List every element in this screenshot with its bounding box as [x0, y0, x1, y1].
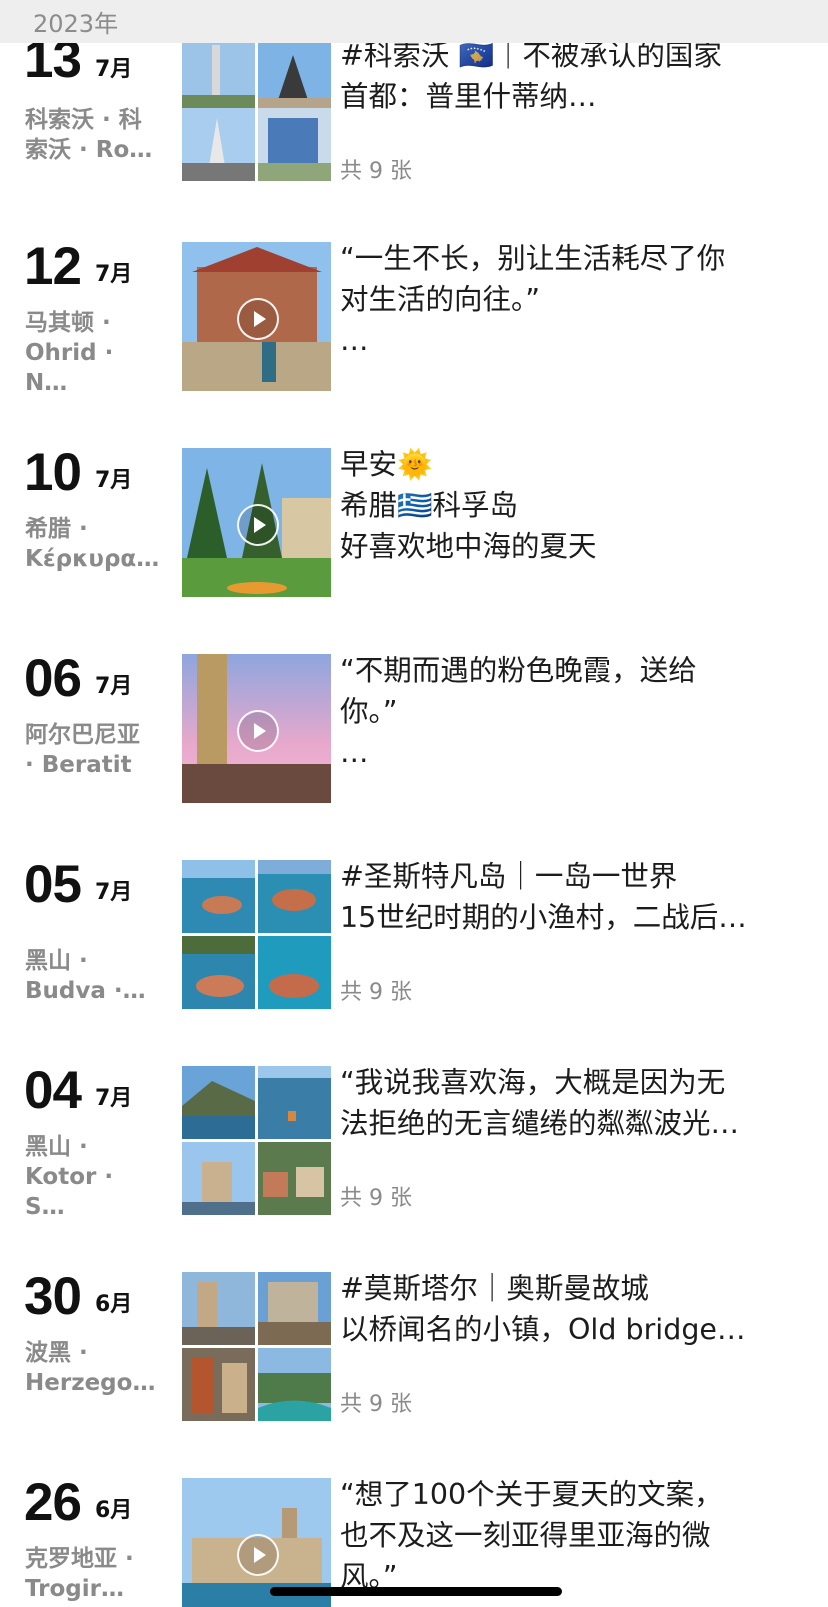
moment-entry[interactable]: 05 7月 黑山 · Budva ·… #圣斯特凡岛｜一岛一世界 15世纪时期的…	[0, 855, 828, 1030]
photo-thumb[interactable]	[258, 108, 331, 181]
photo-thumb[interactable]	[258, 1348, 331, 1421]
entry-day: 12	[24, 237, 82, 296]
entry-location: 科索沃 · 科 索沃 · Ro…	[25, 107, 153, 163]
entry-location: 克罗地亚 · Trogir…	[25, 1546, 134, 1602]
entry-text: “我说我喜欢海，大概是因为无 法拒绝的无言缱绻的粼粼波光…	[340, 1066, 740, 1140]
entry-location: 阿尔巴尼亚 · Beratit	[25, 722, 140, 778]
play-icon[interactable]	[237, 504, 279, 546]
photo-thumb[interactable]	[258, 936, 331, 1009]
photo-grid[interactable]	[182, 860, 331, 1009]
photo-thumb[interactable]	[182, 108, 255, 181]
photo-thumb[interactable]	[182, 1348, 255, 1421]
moment-entry[interactable]: 06 7月 阿尔巴尼亚 · Beratit “不期而遇的粉色晚霞，送给 你。” …	[0, 649, 828, 824]
moment-entry[interactable]: 12 7月 马其顿 · Ohrid · N… “一生不长，别让生活耗尽了你 对生…	[0, 237, 828, 412]
moment-entry[interactable]: 10 7月 希腊 · Κέρκυρα… 早安🌞 希腊🇬🇷科孚岛 好喜欢地中海的夏…	[0, 443, 828, 618]
play-icon[interactable]	[237, 710, 279, 752]
entry-day: 06	[24, 649, 82, 708]
photo-grid[interactable]	[182, 40, 331, 182]
photo-grid[interactable]	[182, 1272, 331, 1421]
entry-text: 早安🌞 希腊🇬🇷科孚岛 好喜欢地中海的夏天	[340, 448, 597, 563]
entry-text: #圣斯特凡岛｜一岛一世界 15世纪时期的小渔村，二战后…	[340, 860, 747, 934]
video-thumb[interactable]	[182, 448, 331, 597]
entry-text: “不期而遇的粉色晚霞，送给 你。” …	[340, 654, 697, 769]
entry-month: 7月	[95, 468, 133, 493]
entry-text: “想了100个关于夏天的文案， 也不及这一刻亚得里亚海的微 风。”	[340, 1478, 723, 1593]
moment-entry[interactable]: 30 6月 波黑 · Herzego… #莫斯塔尔｜奥斯曼故城 以桥闻名的小镇，…	[0, 1267, 828, 1442]
year-header: 2023年	[0, 0, 828, 43]
photo-thumb[interactable]	[182, 936, 255, 1009]
entry-month: 7月	[95, 262, 133, 287]
video-thumb[interactable]	[182, 654, 331, 803]
photo-thumb[interactable]	[182, 860, 255, 933]
entry-location: 波黑 · Herzego…	[25, 1340, 156, 1396]
home-indicator[interactable]	[270, 1587, 562, 1596]
entry-day: 26	[24, 1478, 82, 1532]
photo-thumb[interactable]	[182, 1272, 255, 1345]
entry-month: 7月	[95, 1086, 133, 1111]
entry-location: 希腊 · Κέρκυρα…	[25, 516, 160, 572]
play-icon[interactable]	[237, 298, 279, 340]
photo-thumb[interactable]	[258, 1142, 331, 1215]
photo-thumb[interactable]	[182, 1066, 255, 1139]
video-thumb[interactable]	[182, 242, 331, 391]
entry-month: 7月	[95, 674, 133, 699]
entry-day: 30	[24, 1267, 82, 1326]
photo-thumb[interactable]	[182, 40, 255, 113]
photo-count: 共 9 张	[340, 1392, 412, 1417]
entry-day: 10	[24, 443, 82, 502]
entry-day: 04	[24, 1061, 82, 1120]
moment-entry[interactable]: 04 7月 黑山 · Kotor · S… “我说我喜欢海，大概是因为无 法拒绝…	[0, 1061, 828, 1236]
entry-day: 05	[24, 855, 82, 914]
entry-text: “一生不长，别让生活耗尽了你 对生活的向往。” …	[340, 242, 726, 357]
entry-month: 7月	[95, 880, 133, 905]
photo-thumb[interactable]	[258, 1066, 331, 1139]
photo-thumb[interactable]	[258, 1272, 331, 1345]
entry-month: 7月	[95, 57, 133, 82]
photo-count: 共 9 张	[340, 159, 412, 184]
photo-count: 共 9 张	[340, 980, 412, 1005]
year-label: 2023年	[33, 10, 119, 38]
entry-location: 黑山 · Budva ·…	[25, 948, 146, 1004]
photo-grid[interactable]	[182, 1066, 331, 1215]
photo-thumb[interactable]	[258, 40, 331, 113]
entry-month: 6月	[95, 1292, 133, 1317]
play-icon[interactable]	[237, 1534, 279, 1576]
photo-thumb[interactable]	[258, 860, 331, 933]
moment-entry[interactable]: 13 7月 科索沃 · 科 索沃 · Ro… #科索沃 🇽🇰｜不被承认的国家 首…	[0, 30, 828, 213]
photo-thumb[interactable]	[182, 1142, 255, 1215]
entry-text: #科索沃 🇽🇰｜不被承认的国家 首都：普里什蒂纳…	[340, 39, 722, 113]
entry-month: 6月	[95, 1498, 133, 1523]
photo-count: 共 9 张	[340, 1186, 412, 1211]
entry-text: #莫斯塔尔｜奥斯曼故城 以桥闻名的小镇，Old bridge…	[340, 1272, 746, 1346]
entry-location: 黑山 · Kotor · S…	[25, 1134, 114, 1220]
entry-location: 马其顿 · Ohrid · N…	[25, 310, 114, 396]
